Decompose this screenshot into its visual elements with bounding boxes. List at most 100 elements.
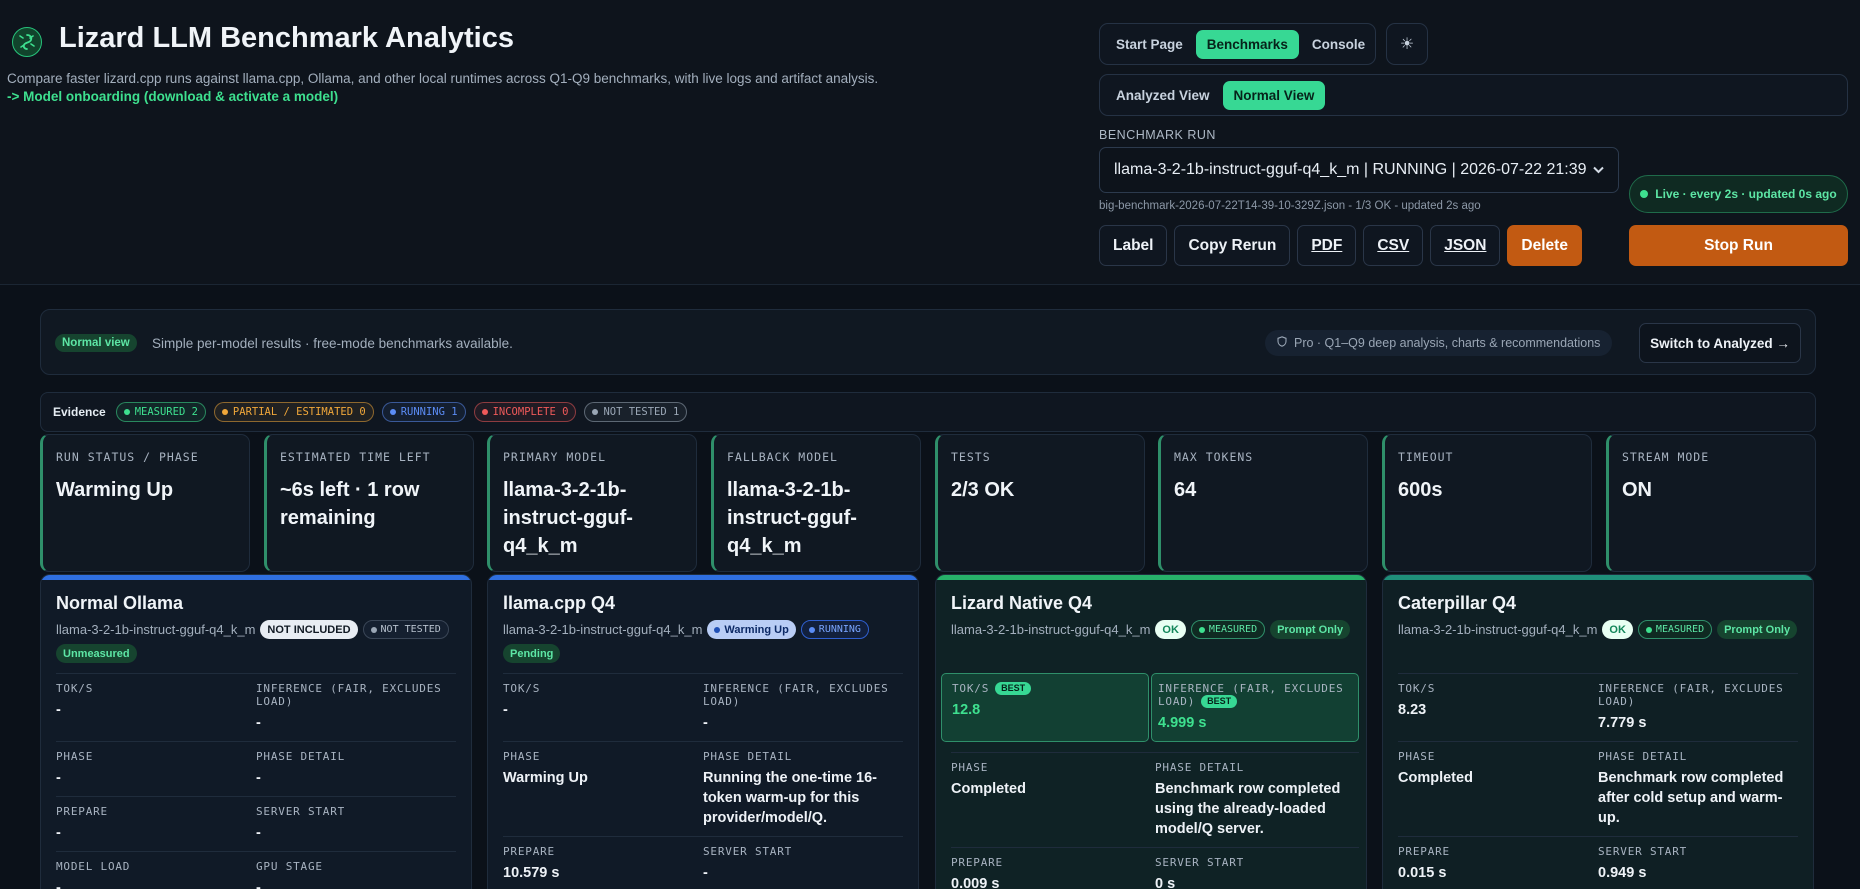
badge-text: Warming Up (724, 623, 789, 636)
metric-label: PHASE DETAIL (1155, 761, 1245, 774)
measured-badge: MEASURED (1637, 620, 1713, 639)
not-tested-badge: NOT TESTED (362, 620, 449, 639)
status-dot-icon (1645, 626, 1652, 633)
metric-value: Running the one-time 16-token warm-up fo… (703, 770, 877, 826)
metric-label: PHASE (951, 761, 989, 774)
stat-label: ESTIMATED TIME LEFT (280, 450, 431, 464)
model-onboarding-link[interactable]: -> Model onboarding (download & activate… (7, 89, 338, 104)
provider-card-normal-ollama: Normal Ollama llama-3-2-1b-instruct-gguf… (40, 574, 472, 889)
metric-label: TOK/S (56, 682, 94, 695)
card-metrics: TOK/S BEST 12.8 INFERENCE (FAIR, EXCLUDES … (941, 673, 1359, 889)
card-metrics: TOK/S - INFERENCE (FAIR, EXCLUDES LOAD) - … (503, 673, 903, 889)
status-dot-icon (808, 626, 815, 633)
benchmark-run-label: BENCHMARK RUN (1099, 128, 1216, 142)
metric-row: PREPARE 0.015 s SERVER START 0.949 s (1398, 836, 1798, 889)
benchmark-run-select[interactable]: llama-3-2-1b-instruct-gguf-q4_k_m | RUNN… (1099, 147, 1619, 193)
csv-button[interactable]: CSV (1363, 225, 1424, 266)
mode-description: Simple per-model results · free-mode ben… (152, 336, 513, 351)
evidence-partial-badge: PARTIAL / ESTIMATED 0 (213, 402, 374, 422)
metric-label: PHASE (56, 750, 94, 763)
metric-label: INFERENCE (FAIR, EXCLUDES LOAD) (1598, 682, 1784, 708)
stat-label: TIMEOUT (1398, 450, 1454, 464)
best-metric-cell: INFERENCE (FAIR, EXCLUDES LOAD) BEST 4.999… (1151, 673, 1359, 742)
metric-row: PREPARE 0.009 s SERVER START 0 s (951, 847, 1359, 889)
metric-value: - (256, 770, 261, 786)
card-accent-bar (41, 575, 471, 580)
evidence-running-badge: RUNNING 1 (381, 402, 466, 422)
metric-row: TOK/S - INFERENCE (FAIR, EXCLUDES LOAD) - (56, 673, 456, 741)
normal-view-tag: Normal view (55, 334, 137, 352)
metric-value: 7.779 s (1598, 715, 1647, 731)
stat-card-time-left: ESTIMATED TIME LEFT ~6s left · 1 row rem… (264, 434, 474, 572)
main-nav: Start Page Benchmarks Console (1099, 23, 1376, 65)
switch-to-analyzed-button[interactable]: Switch to Analyzed → (1639, 323, 1801, 363)
measured-badge: MEASURED (1190, 620, 1266, 639)
card-model-name: llama-3-2-1b-instruct-gguf-q4_k_m (56, 622, 256, 637)
metric-label: PREPARE (951, 856, 1003, 869)
chevron-down-icon (1593, 163, 1604, 177)
stop-run-button[interactable]: Stop Run (1629, 225, 1848, 266)
metric-value: - (56, 880, 61, 889)
theme-toggle-button[interactable]: ☀ (1386, 23, 1428, 65)
status-dot-icon (714, 626, 721, 633)
stat-value: ON (1622, 479, 1652, 501)
card-accent-bar (1383, 575, 1813, 580)
live-dot-icon (1640, 190, 1649, 198)
evidence-badge-text: RUNNING 1 (400, 406, 458, 418)
status-dot-icon (389, 409, 396, 415)
mode-bar: Normal view Simple per-model results · f… (40, 309, 1816, 375)
metric-row: PHASE - PHASE DETAIL - (56, 741, 456, 796)
copy-rerun-button[interactable]: Copy Rerun (1174, 225, 1291, 266)
best-metric-cell: TOK/S BEST 12.8 (941, 673, 1149, 742)
evidence-measured-badge: MEASURED 2 (115, 402, 206, 422)
metric-row: TOK/S - INFERENCE (FAIR, EXCLUDES LOAD) - (503, 673, 903, 741)
metric-row: TOK/S BEST 12.8 INFERENCE (FAIR, EXCLUDES … (941, 673, 1359, 742)
normal-view-tab[interactable]: Normal View (1222, 80, 1326, 110)
stat-label: FALLBACK MODEL (727, 450, 838, 464)
badge-text: MEASURED (1655, 624, 1705, 635)
not-included-badge: NOT INCLUDED (260, 620, 358, 639)
delete-button[interactable]: Delete (1507, 225, 1582, 266)
evidence-label: Evidence (53, 405, 106, 419)
metric-value: 0.015 s (1398, 865, 1447, 881)
prompt-only-badge: Prompt Only (1717, 620, 1798, 639)
status-dot-icon (123, 409, 130, 415)
stat-value: ~6s left · 1 row remaining (280, 479, 420, 529)
nav-console[interactable]: Console (1301, 30, 1376, 59)
evidence-bar: Evidence MEASURED 2 PARTIAL / ESTIMATED … (40, 392, 1816, 432)
analyzed-view-tab[interactable]: Analyzed View (1105, 81, 1221, 110)
stat-value: 64 (1174, 479, 1197, 501)
card-badges: llama-3-2-1b-instruct-gguf-q4_k_m OK MEA… (1398, 620, 1803, 639)
nav-benchmarks[interactable]: Benchmarks (1195, 29, 1299, 59)
run-actions: Label Copy Rerun PDF CSV JSON Delete (1099, 225, 1582, 266)
json-button[interactable]: JSON (1430, 225, 1501, 266)
metric-label: PHASE (1398, 750, 1436, 763)
nav-start-page[interactable]: Start Page (1105, 30, 1194, 59)
stat-card-run-status: RUN STATUS / PHASE Warming Up (40, 434, 250, 572)
pending-badge: Pending (503, 644, 561, 663)
shield-icon (1277, 336, 1287, 350)
metric-label: SERVER START (256, 805, 346, 818)
stat-value: 600s (1398, 479, 1443, 501)
provider-card-lizard-native: Lizard Native Q4 llama-3-2-1b-instruct-g… (935, 574, 1367, 889)
stat-value: llama-3-2-1b-instruct-gguf-q4_k_m (503, 479, 633, 557)
pdf-button[interactable]: PDF (1297, 225, 1357, 266)
card-badges: llama-3-2-1b-instruct-gguf-q4_k_m NOT IN… (56, 620, 461, 663)
metric-value: - (703, 865, 708, 881)
stat-value: Warming Up (56, 479, 174, 501)
metric-label: PREPARE (503, 845, 555, 858)
stat-card-max-tokens: MAX TOKENS 64 (1158, 434, 1368, 572)
metric-label: INFERENCE (FAIR, EXCLUDES LOAD) (703, 682, 889, 708)
metric-row: PREPARE - SERVER START - (56, 796, 456, 851)
metric-value: - (256, 880, 261, 889)
label-button[interactable]: Label (1099, 225, 1168, 266)
metric-value: - (256, 825, 261, 841)
stat-card-fallback-model: FALLBACK MODEL llama-3-2-1b-instruct-ggu… (711, 434, 921, 572)
card-model-name: llama-3-2-1b-instruct-gguf-q4_k_m (951, 622, 1151, 637)
card-title: llama.cpp Q4 (503, 593, 616, 613)
provider-card-llama-cpp: llama.cpp Q4 llama-3-2-1b-instruct-gguf-… (487, 574, 919, 889)
metric-row: PHASE Completed PHASE DETAIL Benchmark row… (1398, 741, 1798, 836)
metric-label: PHASE DETAIL (1598, 750, 1688, 763)
metric-label: INFERENCE (FAIR, EXCLUDES LOAD) (256, 682, 442, 708)
running-badge: RUNNING (800, 620, 869, 639)
